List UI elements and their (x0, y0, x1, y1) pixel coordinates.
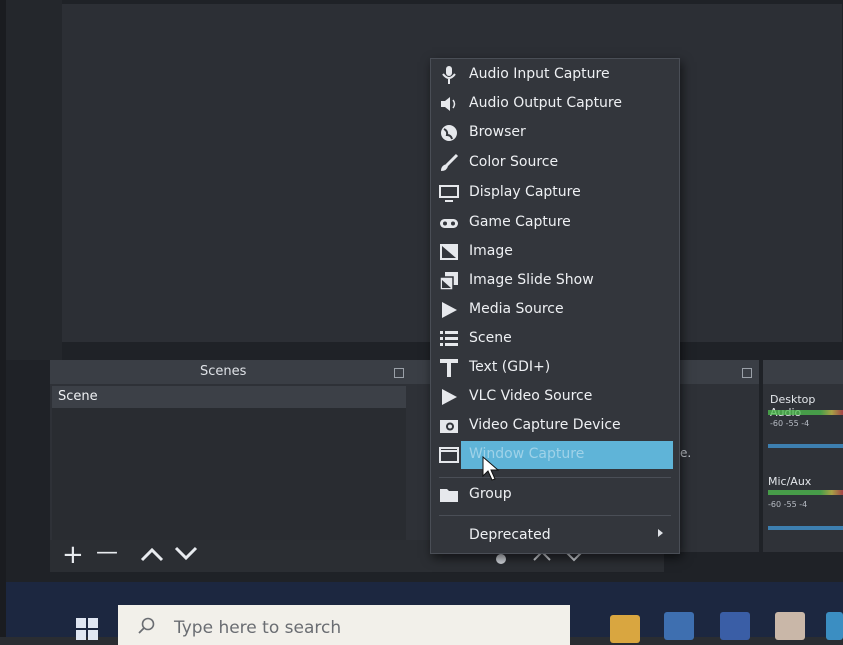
dock-float-icon[interactable] (394, 368, 404, 378)
window-icon (439, 447, 459, 463)
search-icon (138, 617, 155, 634)
menu-item-label: Group (469, 486, 512, 502)
play-icon (442, 302, 457, 318)
menu-item-video-capture-device[interactable]: Video Capture Device (431, 412, 679, 440)
globe-icon (441, 125, 457, 141)
desktop-audio-meter (768, 410, 843, 415)
menu-item-label: Scene (469, 330, 512, 346)
add-source-context-menu: Audio Input Capture Audio Output Capture… (430, 58, 680, 554)
slideshow-icon (439, 272, 458, 291)
mouse-cursor-icon (482, 456, 500, 481)
scene-list-item[interactable]: Scene (52, 386, 406, 408)
menu-item-scene[interactable]: Scene (431, 325, 679, 353)
speaker-icon (441, 97, 456, 111)
menu-item-label: Audio Output Capture (469, 95, 622, 111)
desktop-audio-label: Desktop Audio (770, 393, 816, 419)
scenes-toolbar: + — (50, 540, 414, 572)
menu-item-display-capture[interactable]: Display Capture (431, 179, 679, 207)
image-icon (440, 244, 458, 260)
menu-separator (439, 477, 671, 478)
move-scene-up-icon[interactable] (140, 546, 164, 562)
menu-item-label: Audio Input Capture (469, 66, 610, 82)
menu-item-group[interactable]: Group (431, 481, 679, 509)
gamepad-icon (440, 219, 458, 228)
file-explorer-icon[interactable] (610, 615, 640, 643)
mic-aux-label: Mic/Aux (768, 475, 812, 488)
photo-app-icon[interactable] (775, 612, 805, 640)
menu-item-deprecated[interactable]: Deprecated (431, 522, 679, 550)
dock-float-icon[interactable] (742, 368, 752, 378)
menu-item-image[interactable]: Image (431, 238, 679, 266)
monitor-icon (439, 185, 459, 202)
menu-item-browser[interactable]: Browser (431, 119, 679, 147)
microphone-icon (442, 66, 456, 84)
network-app-icon[interactable] (664, 612, 694, 640)
audio-mixer-header (763, 360, 843, 384)
menu-item-label: Deprecated (469, 527, 551, 543)
text-icon (440, 359, 458, 377)
mic-aux-scale: -60 -55 -4 (768, 500, 808, 509)
menu-item-label: VLC Video Source (469, 388, 593, 404)
sources-hint-text: e. (680, 446, 692, 460)
computer-app-icon[interactable] (720, 612, 750, 640)
scenes-dock-header: Scenes (50, 360, 414, 384)
menu-item-text-gdi[interactable]: Text (GDI+) (431, 354, 679, 382)
app-icon[interactable] (826, 612, 843, 640)
menu-item-media-source[interactable]: Media Source (431, 296, 679, 324)
list-icon (440, 331, 458, 346)
menu-item-audio-input-capture[interactable]: Audio Input Capture (431, 61, 679, 89)
menu-item-image-slide-show[interactable]: Image Slide Show (431, 267, 679, 295)
menu-item-vlc-video-source[interactable]: VLC Video Source (431, 383, 679, 411)
menu-item-label: Color Source (469, 154, 559, 170)
scenes-title: Scenes (200, 364, 247, 379)
folder-icon (440, 489, 458, 502)
submenu-arrow-icon (658, 529, 663, 537)
preview-margin (6, 0, 62, 360)
menu-item-label: Display Capture (469, 184, 581, 200)
desktop-audio-volume-slider[interactable] (768, 444, 843, 448)
menu-item-label: Image Slide Show (469, 272, 594, 288)
scenes-dock: Scenes Scene (50, 360, 414, 552)
menu-item-label: Video Capture Device (469, 417, 621, 433)
add-scene-button[interactable]: + (62, 542, 84, 568)
menu-item-label: Image (469, 243, 513, 259)
menu-item-label: Browser (469, 124, 526, 140)
source-properties-icon[interactable] (490, 552, 512, 566)
remove-scene-button[interactable]: — (96, 540, 118, 566)
menu-item-label: Game Capture (469, 214, 571, 230)
mic-aux-volume-slider[interactable] (768, 526, 843, 530)
menu-item-label: Text (GDI+) (469, 359, 551, 375)
menu-item-game-capture[interactable]: Game Capture (431, 209, 679, 237)
audio-mixer-dock (763, 360, 843, 552)
menu-item-window-capture[interactable]: Window Capture (431, 441, 679, 469)
menu-item-color-source[interactable]: Color Source (431, 149, 679, 177)
scene-list[interactable] (52, 408, 406, 548)
menu-item-audio-output-capture[interactable]: Audio Output Capture (431, 90, 679, 118)
menu-separator (439, 515, 671, 516)
play-icon (442, 389, 457, 405)
paintbrush-icon (441, 153, 459, 171)
search-placeholder: Type here to search (174, 618, 342, 638)
menu-item-label: Media Source (469, 301, 564, 317)
move-scene-down-icon[interactable] (174, 546, 198, 562)
camera-icon (440, 420, 458, 433)
mic-aux-meter (768, 490, 843, 495)
desktop-audio-scale: -60 -55 -4 (770, 419, 810, 428)
